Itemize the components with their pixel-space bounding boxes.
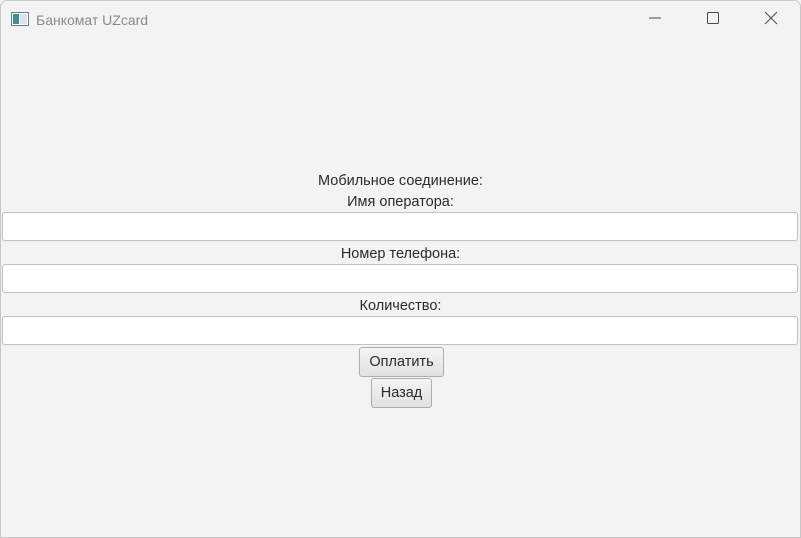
phone-label: Номер телефона: bbox=[340, 246, 461, 262]
minimize-button[interactable] bbox=[626, 1, 684, 39]
phone-input[interactable] bbox=[2, 264, 798, 293]
title-bar[interactable]: Банкомат UZcard bbox=[1, 1, 800, 39]
app-window-icon bbox=[11, 12, 29, 26]
back-button[interactable]: Назад bbox=[371, 378, 432, 408]
maximize-icon bbox=[707, 11, 719, 29]
operator-label: Имя оператора: bbox=[347, 194, 454, 210]
close-icon bbox=[764, 11, 778, 30]
close-button[interactable] bbox=[742, 1, 800, 39]
amount-label: Количество: bbox=[359, 298, 442, 314]
window-title: Банкомат UZcard bbox=[36, 12, 149, 28]
minimize-icon bbox=[649, 11, 661, 29]
operator-input[interactable] bbox=[2, 212, 798, 241]
pay-button[interactable]: Оплатить bbox=[359, 347, 444, 377]
amount-input[interactable] bbox=[2, 316, 798, 345]
app-window: Банкомат UZcard Мобильное соединение: Им… bbox=[0, 0, 801, 538]
maximize-button[interactable] bbox=[684, 1, 742, 39]
form-heading: Мобильное соединение: bbox=[318, 173, 483, 189]
payment-form: Мобильное соединение: Имя оператора: Ном… bbox=[1, 39, 800, 537]
